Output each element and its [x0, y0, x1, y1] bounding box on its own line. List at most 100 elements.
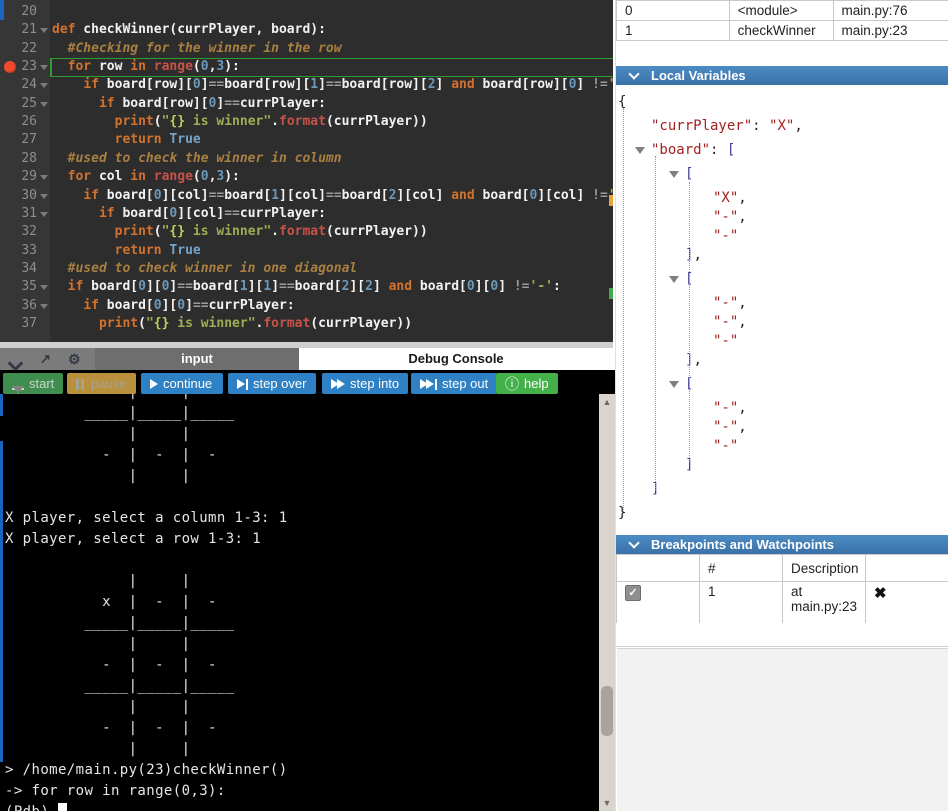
code-line-30[interactable]: if board[0][col]==board[1][col]==board[2… [52, 187, 613, 205]
breakpoint-enabled-checkbox[interactable]: ✓ [625, 585, 641, 601]
expand-panel-icon[interactable]: ↗ [40, 351, 51, 367]
fold-arrow-icon[interactable] [40, 304, 48, 309]
call-stack-frame-row[interactable]: 1checkWinnermain.py:23 [617, 21, 948, 41]
continue-button[interactable]: continue [141, 373, 223, 394]
chevron-down-icon[interactable] [628, 537, 639, 548]
gutter-line-36[interactable]: 36 [0, 297, 50, 315]
pause-button[interactable]: pause [67, 373, 136, 394]
scroll-up-icon[interactable]: ▲ [599, 394, 615, 410]
gutter-line-31[interactable]: 31 [0, 205, 50, 223]
fold-arrow-icon[interactable] [40, 194, 48, 199]
button-label: step into [350, 376, 399, 391]
gutter-line-30[interactable]: 30 [0, 187, 50, 205]
tab-debug-console[interactable]: Debug Console [299, 348, 613, 370]
tree-expander-icon[interactable] [669, 381, 679, 388]
tab-input[interactable]: input [95, 348, 299, 370]
fold-arrow-icon[interactable] [40, 83, 48, 88]
gutter-line-35[interactable]: 35 [0, 278, 50, 296]
fold-arrow-icon[interactable] [40, 285, 48, 290]
code-line-37[interactable]: print("{} is winner".format(currPlayer)) [52, 315, 412, 333]
code-token: currPlayer: [240, 96, 326, 111]
gutter-line-22[interactable]: 22 [0, 40, 50, 58]
start-button[interactable]: start [3, 373, 63, 394]
fold-arrow-icon[interactable] [40, 175, 48, 180]
console-scrollbar[interactable]: ▲ ▼ [599, 394, 615, 811]
code-editor[interactable]: 202122232425262728293031323334353637 def… [0, 0, 613, 342]
console-scrollbar-thumb[interactable] [601, 686, 613, 736]
fold-arrow-icon[interactable] [40, 212, 48, 217]
code-line-24[interactable]: if board[row][0]==board[row][1]==board[r… [52, 76, 613, 94]
code-token: if [83, 77, 99, 92]
tree-token: [ [685, 166, 693, 182]
code-token: (currPlayer)) [326, 224, 428, 239]
tree-token: , [738, 295, 746, 311]
code-token: print [115, 224, 154, 239]
code-line-34[interactable]: #used to check winner in one diagonal [52, 260, 357, 278]
code-token: == [224, 206, 240, 221]
fold-arrow-icon[interactable] [40, 102, 48, 107]
code-line-25[interactable]: if board[row][0]==currPlayer: [52, 95, 326, 113]
code-line-29[interactable]: for col in range(0,3): [52, 168, 240, 186]
gutter-line-26[interactable]: 26 [0, 113, 50, 131]
gutter-line-28[interactable]: 28 [0, 150, 50, 168]
gutter-line-34[interactable]: 34 [0, 260, 50, 278]
step-over-button[interactable]: step over [228, 373, 316, 394]
gutter-line-37[interactable]: 37 [0, 315, 50, 333]
code-token: ][col] [396, 188, 451, 203]
line-number: 34 [21, 260, 37, 278]
step-out-button[interactable]: step out [411, 373, 497, 394]
scroll-down-icon[interactable]: ▼ [599, 795, 615, 811]
code-line-33[interactable]: return True [52, 242, 201, 260]
tree-expander-icon[interactable] [669, 276, 679, 283]
gutter-line-21[interactable]: 21 [0, 21, 50, 39]
help-button[interactable]: ⓘhelp [496, 373, 558, 394]
code-token [52, 96, 99, 111]
variable-tree-row: "-", [713, 400, 747, 416]
tree-token: "-" [713, 295, 738, 311]
tree-expander-icon[interactable] [669, 171, 679, 178]
play-icon [150, 379, 158, 389]
gutter-line-32[interactable]: 32 [0, 223, 50, 241]
step-into-button[interactable]: step into [322, 373, 408, 394]
code-line-31[interactable]: if board[0][col]==currPlayer: [52, 205, 326, 223]
gutter-line-33[interactable]: 33 [0, 242, 50, 260]
breakpoints-header[interactable]: Breakpoints and Watchpoints [616, 535, 948, 554]
code-token: : [553, 279, 561, 294]
code-line-27[interactable]: return True [52, 131, 201, 149]
gutter-line-25[interactable]: 25 [0, 95, 50, 113]
local-variables-header[interactable]: Local Variables [616, 66, 948, 85]
tree-token: "-" [713, 209, 738, 225]
gutter-line-20[interactable]: 20 [0, 3, 50, 21]
code-token: True [169, 243, 200, 258]
button-label: step out [442, 376, 488, 391]
delete-breakpoint-icon[interactable]: ✖ [874, 585, 887, 602]
variable-tree-row: "-" [713, 333, 738, 349]
gutter-line-27[interactable]: 27 [0, 131, 50, 149]
code-line-35[interactable]: if board[0][0]==board[1][1]==board[2][2]… [52, 278, 561, 296]
code-token: print [99, 316, 138, 331]
gutter-line-24[interactable]: 24 [0, 76, 50, 94]
code-line-32[interactable]: print("{} is winner".format(currPlayer)) [52, 223, 428, 241]
gutter-line-29[interactable]: 29 [0, 168, 50, 186]
call-stack-frame-row[interactable]: 0<module>main.py:76 [617, 1, 948, 21]
code-line-28[interactable]: #used to check the winner in column [52, 150, 342, 168]
line-number: 30 [21, 187, 37, 205]
code-line-26[interactable]: print("{} is winner".format(currPlayer)) [52, 113, 428, 131]
debug-console-output[interactable]: | | _____|_____|_____ | | - | - | - | | … [0, 394, 615, 811]
code-line-21[interactable]: def checkWinner(currPlayer, board): [52, 21, 326, 39]
code-token: " [146, 316, 154, 331]
fold-arrow-icon[interactable] [40, 65, 48, 70]
code-line-22[interactable]: #Checking for the winner in the row [52, 40, 342, 58]
code-token: board[ [99, 298, 154, 313]
breakpoints-title: Breakpoints and Watchpoints [651, 535, 834, 554]
fold-arrow-icon[interactable] [40, 28, 48, 33]
chevron-down-icon[interactable] [628, 68, 639, 79]
code-token: 0 [201, 169, 209, 184]
tree-expander-icon[interactable] [635, 147, 645, 154]
code-line-36[interactable]: if board[0][0]==currPlayer: [52, 297, 295, 315]
code-token: col [91, 169, 130, 184]
editor-gutter[interactable]: 202122232425262728293031323334353637 [0, 0, 50, 342]
breakpoint-dot[interactable] [4, 61, 16, 73]
settings-gear-icon[interactable]: ⚙ [68, 351, 81, 368]
line-number: 26 [21, 113, 37, 131]
